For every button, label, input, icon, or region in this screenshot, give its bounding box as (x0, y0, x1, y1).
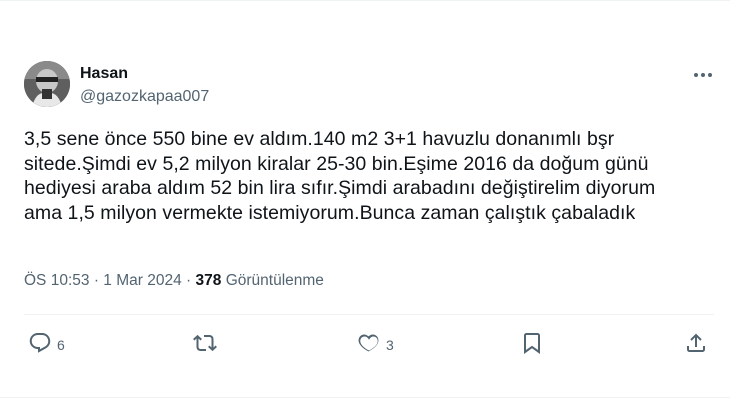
like-count: 3 (386, 337, 394, 353)
actions-divider (24, 314, 714, 315)
share-icon (684, 331, 708, 360)
tweet-date[interactable]: 1 Mar 2024 (103, 272, 181, 289)
tweet-metadata: ÖS 10:53 · 1 Mar 2024 · 378 Görüntülenme (24, 272, 324, 290)
like-button[interactable]: 3 (357, 332, 394, 358)
views-count: 378 (195, 272, 222, 289)
share-button[interactable] (684, 332, 713, 358)
bottom-divider (0, 397, 730, 398)
top-divider (0, 0, 730, 1)
retweet-icon (193, 331, 217, 360)
bookmark-icon (520, 331, 544, 360)
heart-icon (357, 331, 381, 360)
more-options-icon[interactable] (690, 64, 716, 86)
tweet-line: sitede.Şimdi ev 5,2 milyon kiralar 25-30… (24, 152, 649, 175)
avatar[interactable] (24, 61, 70, 107)
display-name[interactable]: Hasan (80, 65, 128, 83)
separator-dot: · (186, 272, 192, 289)
retweet-button[interactable] (193, 332, 222, 358)
tweet-line: hediyesi araba aldım 52 bin lira sıfır.Ş… (24, 177, 656, 199)
tweet-line: ama 1,5 milyon vermekte istemiyorum.Bunc… (24, 201, 636, 224)
reply-icon (28, 331, 52, 360)
tweet-time[interactable]: ÖS 10:53 (24, 272, 90, 289)
reply-count: 6 (57, 337, 65, 353)
tweet-text: 3,5 sene önce 550 bine ev aldım.140 m2 3… (24, 127, 714, 225)
user-handle[interactable]: @gazozkapaa007 (80, 88, 209, 106)
bookmark-button[interactable] (520, 332, 549, 358)
tweet-line: 3,5 sene önce 550 bine ev aldım.140 m2 3… (24, 128, 615, 150)
separator-dot: · (93, 272, 99, 289)
views-label: Görüntülenme (225, 272, 324, 289)
reply-button[interactable]: 6 (28, 332, 65, 358)
